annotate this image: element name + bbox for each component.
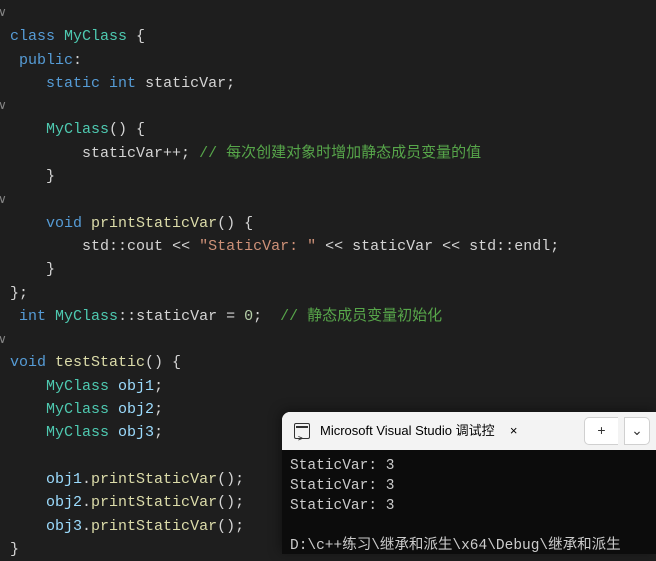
variable: obj1 [46, 471, 82, 488]
class-name: MyClass [55, 308, 118, 325]
keyword: int [109, 75, 136, 92]
method-call: printStaticVar [91, 471, 217, 488]
console-titlebar[interactable]: Microsoft Visual Studio 调试控 × + ⌄ [282, 412, 656, 450]
console-line: StaticVar: 3 [290, 478, 394, 494]
console-line: D:\c++练习\继承和派生\x64\Debug\继承和派生 [290, 538, 621, 554]
identifier: endl [514, 238, 550, 255]
variable: staticVar [352, 238, 433, 255]
colon: : [73, 52, 82, 69]
operator: << [316, 238, 352, 255]
semicolon: ; [154, 401, 163, 418]
scope: :: [496, 238, 514, 255]
brace: }; [10, 285, 28, 302]
close-tab-button[interactable]: × [505, 422, 523, 440]
class-name: MyClass [64, 28, 127, 45]
string-literal: "StaticVar: " [199, 238, 316, 255]
keyword: void [46, 215, 82, 232]
semicolon: ; [154, 378, 163, 395]
type: MyClass [46, 378, 109, 395]
keyword: int [19, 308, 46, 325]
identifier: cout [127, 238, 163, 255]
console-line: StaticVar: 3 [290, 458, 394, 474]
namespace: std [469, 238, 496, 255]
type: MyClass [46, 401, 109, 418]
parens: () { [109, 121, 145, 138]
operator: << [163, 238, 199, 255]
semicolon: ; [226, 75, 235, 92]
keyword: static [46, 75, 100, 92]
scope: :: [118, 308, 136, 325]
parens: () { [145, 354, 181, 371]
equals: = [217, 308, 244, 325]
method-call: printStaticVar [91, 494, 217, 511]
fold-icon[interactable]: ∨ [0, 95, 7, 118]
variable: staticVar [82, 145, 163, 162]
comment: // 静态成员变量初始化 [280, 308, 442, 325]
dot: . [82, 471, 91, 488]
brace: } [46, 168, 55, 185]
call: (); [217, 518, 244, 535]
variable: obj3 [46, 518, 82, 535]
semicolon: ; [550, 238, 559, 255]
function-name: printStaticVar [91, 215, 217, 232]
brace: { [127, 28, 145, 45]
variable: staticVar [136, 308, 217, 325]
function-name: testStatic [55, 354, 145, 371]
type: MyClass [46, 424, 109, 441]
operator: << [433, 238, 469, 255]
console-title: Microsoft Visual Studio 调试控 [320, 419, 495, 442]
console-output[interactable]: StaticVar: 3 StaticVar: 3 StaticVar: 3 D… [282, 450, 656, 554]
variable: obj3 [118, 424, 154, 441]
fold-icon[interactable]: ∨ [0, 329, 7, 352]
method-call: printStaticVar [91, 518, 217, 535]
console-line: StaticVar: 3 [290, 498, 394, 514]
variable: staticVar [145, 75, 226, 92]
operator: ++; [163, 145, 190, 162]
semicolon: ; [154, 424, 163, 441]
keyword: class [10, 28, 55, 45]
tab-dropdown-button[interactable]: ⌄ [624, 417, 650, 445]
namespace: std [82, 238, 109, 255]
parens: () { [217, 215, 253, 232]
variable: obj2 [118, 401, 154, 418]
number: 0 [244, 308, 253, 325]
variable: obj2 [46, 494, 82, 511]
terminal-icon [294, 423, 310, 439]
semicolon: ; [253, 308, 262, 325]
debug-console-window[interactable]: Microsoft Visual Studio 调试控 × + ⌄ Static… [282, 412, 656, 554]
scope: :: [109, 238, 127, 255]
brace: } [46, 261, 55, 278]
call: (); [217, 471, 244, 488]
dot: . [82, 518, 91, 535]
constructor: MyClass [46, 121, 109, 138]
dot: . [82, 494, 91, 511]
fold-icon[interactable]: ∨ [0, 2, 7, 25]
call: (); [217, 494, 244, 511]
brace: } [10, 541, 19, 558]
variable: obj1 [118, 378, 154, 395]
keyword: void [10, 354, 46, 371]
keyword: public [19, 52, 73, 69]
comment: // 每次创建对象时增加静态成员变量的值 [199, 145, 481, 162]
fold-icon[interactable]: ∨ [0, 189, 7, 212]
new-tab-button[interactable]: + [584, 417, 618, 445]
